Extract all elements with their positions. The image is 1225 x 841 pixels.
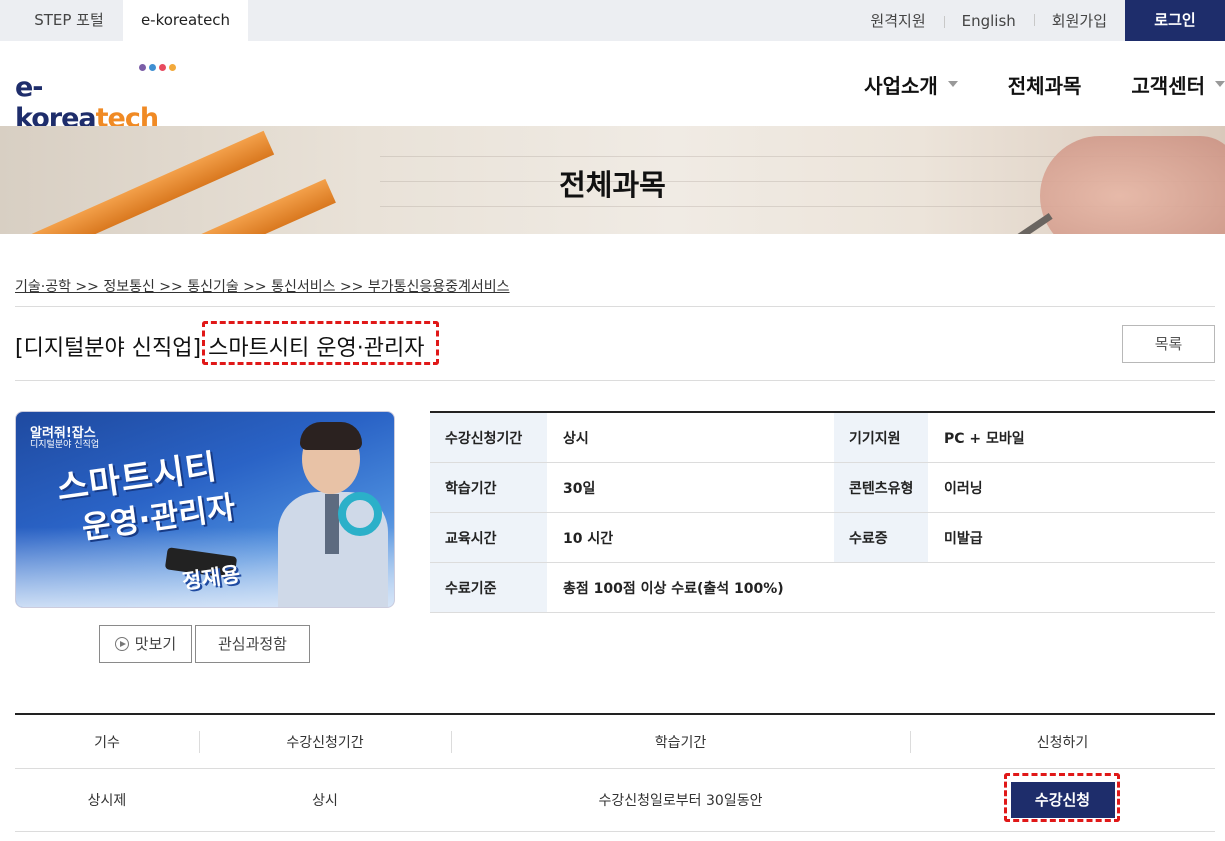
highlight-box: [1004, 773, 1120, 822]
breadcrumb[interactable]: 기술·공학 >> 정보통신 >> 통신기술 >> 통신서비스 >> 부가통신응용…: [15, 276, 510, 296]
signup-link[interactable]: 회원가입: [1033, 10, 1125, 31]
list-button[interactable]: 목록: [1122, 325, 1215, 363]
highlight-box: [202, 321, 439, 365]
divider: [15, 306, 1215, 307]
course-category: [디지털분야 신직업]: [15, 336, 209, 361]
add-interest-button[interactable]: 관심과정함: [195, 625, 310, 663]
main-nav: 사업소개 전체과목 고객센터: [814, 62, 1225, 106]
instructor-hair: [300, 422, 362, 450]
top-bar: STEP 포털 e-koreatech 원격지원 English 회원가입 로그…: [0, 0, 1225, 41]
divider: [15, 380, 1215, 381]
info-label: 수료증: [834, 513, 928, 562]
preview-label: 맛보기: [134, 635, 177, 653]
nav-all-courses[interactable]: 전체과목: [1008, 70, 1082, 99]
info-label: 수료기준: [430, 563, 547, 612]
banner-pen-image: [858, 212, 1053, 234]
logo-dot: [169, 64, 176, 71]
preview-button[interactable]: 맛보기: [99, 625, 192, 663]
table-header-row: 기수 수강신청기간 학습기간 신청하기: [15, 715, 1215, 769]
nav-business-intro[interactable]: 사업소개: [864, 70, 958, 99]
info-value: 이러닝: [944, 480, 983, 497]
logo-text: e-koreatech: [15, 72, 175, 134]
info-label: 기기지원: [834, 413, 928, 462]
info-row: 수료기준 총점 100점 이상 수료(출석 100%): [430, 563, 1215, 613]
info-row: 수강신청기간 상시 기기지원 PC + 모바일: [430, 413, 1215, 463]
utility-links: 원격지원 English 회원가입: [852, 0, 1125, 41]
ring-decoration: [338, 492, 382, 536]
english-link[interactable]: English: [943, 12, 1034, 30]
column-header: 수강신청기간: [199, 715, 451, 768]
info-row: 교육시간 10 시간 수료증 미발급: [430, 513, 1215, 563]
course-thumbnail: 알려줘!잡스 디지털분야 신직업 스마트시티 운영·관리자 정재용: [15, 411, 395, 608]
info-value: PC + 모바일: [944, 430, 1025, 447]
page-banner: 전체과목: [0, 126, 1225, 234]
info-value: 미발급: [944, 530, 983, 547]
column-header: 신청하기: [910, 715, 1215, 768]
term-cell: 상시제: [87, 793, 127, 809]
info-value: 상시: [563, 430, 589, 447]
play-icon: [114, 637, 129, 651]
info-label: 수강신청기간: [430, 413, 547, 462]
column-header: 기수: [94, 734, 120, 751]
chevron-down-icon: [1215, 81, 1225, 87]
logo-dot: [149, 64, 156, 71]
info-row: 학습기간 30일 콘텐츠유형 이러닝: [430, 463, 1215, 513]
thumbnail-subtitle: 디지털분야 신직업: [30, 440, 100, 450]
site-logo[interactable]: e-koreatech: [15, 64, 176, 134]
instructor-tie: [325, 494, 339, 554]
info-label: 교육시간: [430, 513, 547, 562]
tab-step-portal[interactable]: STEP 포털: [15, 0, 123, 41]
course-info-table: 수강신청기간 상시 기기지원 PC + 모바일 학습기간 30일 콘텐츠유형 이…: [430, 411, 1215, 613]
remote-support-link[interactable]: 원격지원: [852, 10, 943, 31]
info-value: 총점 100점 이상 수료(출석 100%): [563, 580, 784, 597]
login-button[interactable]: 로그인: [1125, 0, 1225, 41]
info-value: 10 시간: [563, 530, 614, 547]
info-label: 학습기간: [430, 463, 547, 512]
logo-dot: [159, 64, 166, 71]
logo-prefix: e-korea: [15, 72, 97, 134]
nav-customer-center[interactable]: 고객센터: [1131, 70, 1225, 99]
chevron-down-icon: [947, 81, 958, 87]
nav-label: 사업소개: [864, 73, 938, 98]
page-title: 전체과목: [559, 168, 666, 202]
nav-label: 전체과목: [1007, 73, 1082, 98]
study-period-cell: 수강신청일로부터 30일동안: [598, 793, 763, 809]
info-value: 30일: [563, 480, 596, 497]
logo-dots: [139, 64, 176, 71]
nav-label: 고객센터: [1131, 73, 1205, 98]
info-label: 콘텐츠유형: [834, 463, 928, 512]
column-header: 학습기간: [451, 715, 910, 768]
logo-dot: [139, 64, 146, 71]
tab-e-koreatech[interactable]: e-koreatech: [123, 0, 248, 41]
enroll-period-cell: 상시: [312, 793, 338, 809]
